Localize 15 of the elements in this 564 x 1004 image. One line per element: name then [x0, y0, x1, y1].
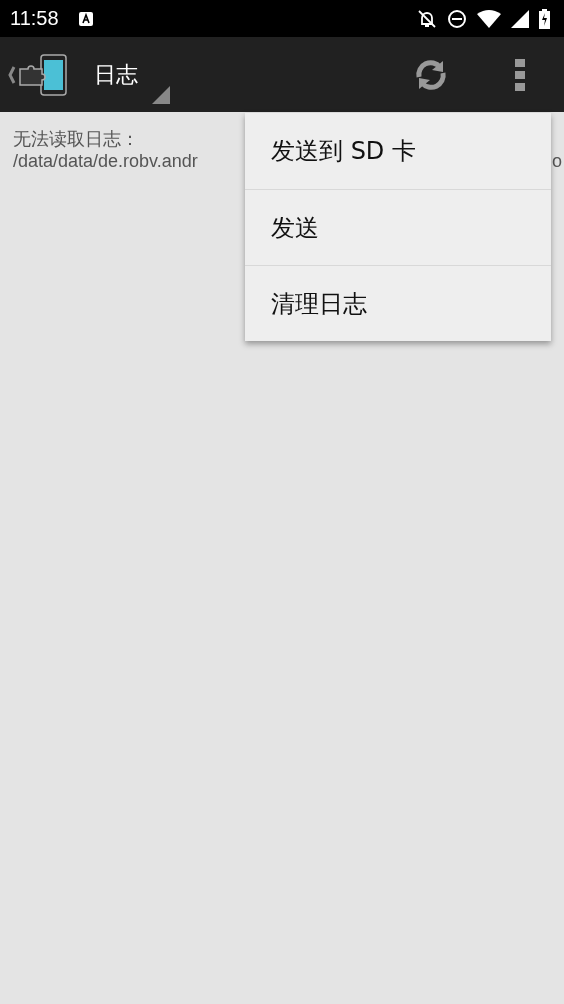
screen-title[interactable]: 日志	[94, 59, 138, 90]
menu-item[interactable]: 清理日志	[245, 265, 551, 341]
wifi-icon	[477, 9, 501, 28]
menu-item[interactable]: 发送到 SD 卡	[245, 113, 551, 189]
menu-item[interactable]: 发送	[245, 189, 551, 265]
battery-charging-icon	[539, 8, 550, 29]
log-file-path-end: o	[552, 150, 562, 172]
log-file-path: /data/data/de.robv.andr	[13, 150, 198, 172]
dropdown-triangle-icon[interactable]	[152, 86, 170, 104]
clock: 11:58	[10, 7, 59, 30]
bell-off-icon	[417, 8, 437, 29]
signal-icon	[511, 9, 529, 28]
overflow-menu-icon[interactable]	[515, 58, 525, 91]
do-not-disturb-icon	[447, 8, 467, 29]
keyboard-notification-icon	[78, 11, 93, 26]
